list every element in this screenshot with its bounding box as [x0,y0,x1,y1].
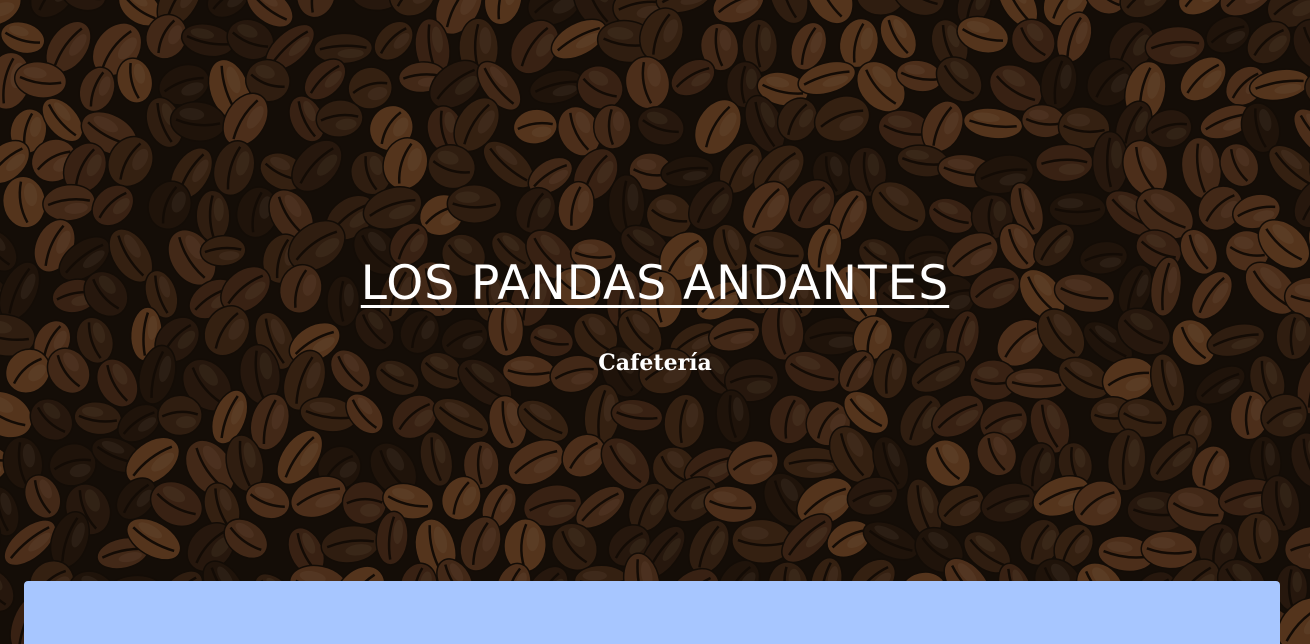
site-title: LOS PANDAS ANDANTES [360,256,950,311]
hero-section: LOS PANDAS ANDANTES Cafetería [0,0,1310,644]
hero-dark-overlay [0,0,1310,644]
site-subtitle: Cafetería [598,350,712,376]
content-panel [24,581,1280,644]
